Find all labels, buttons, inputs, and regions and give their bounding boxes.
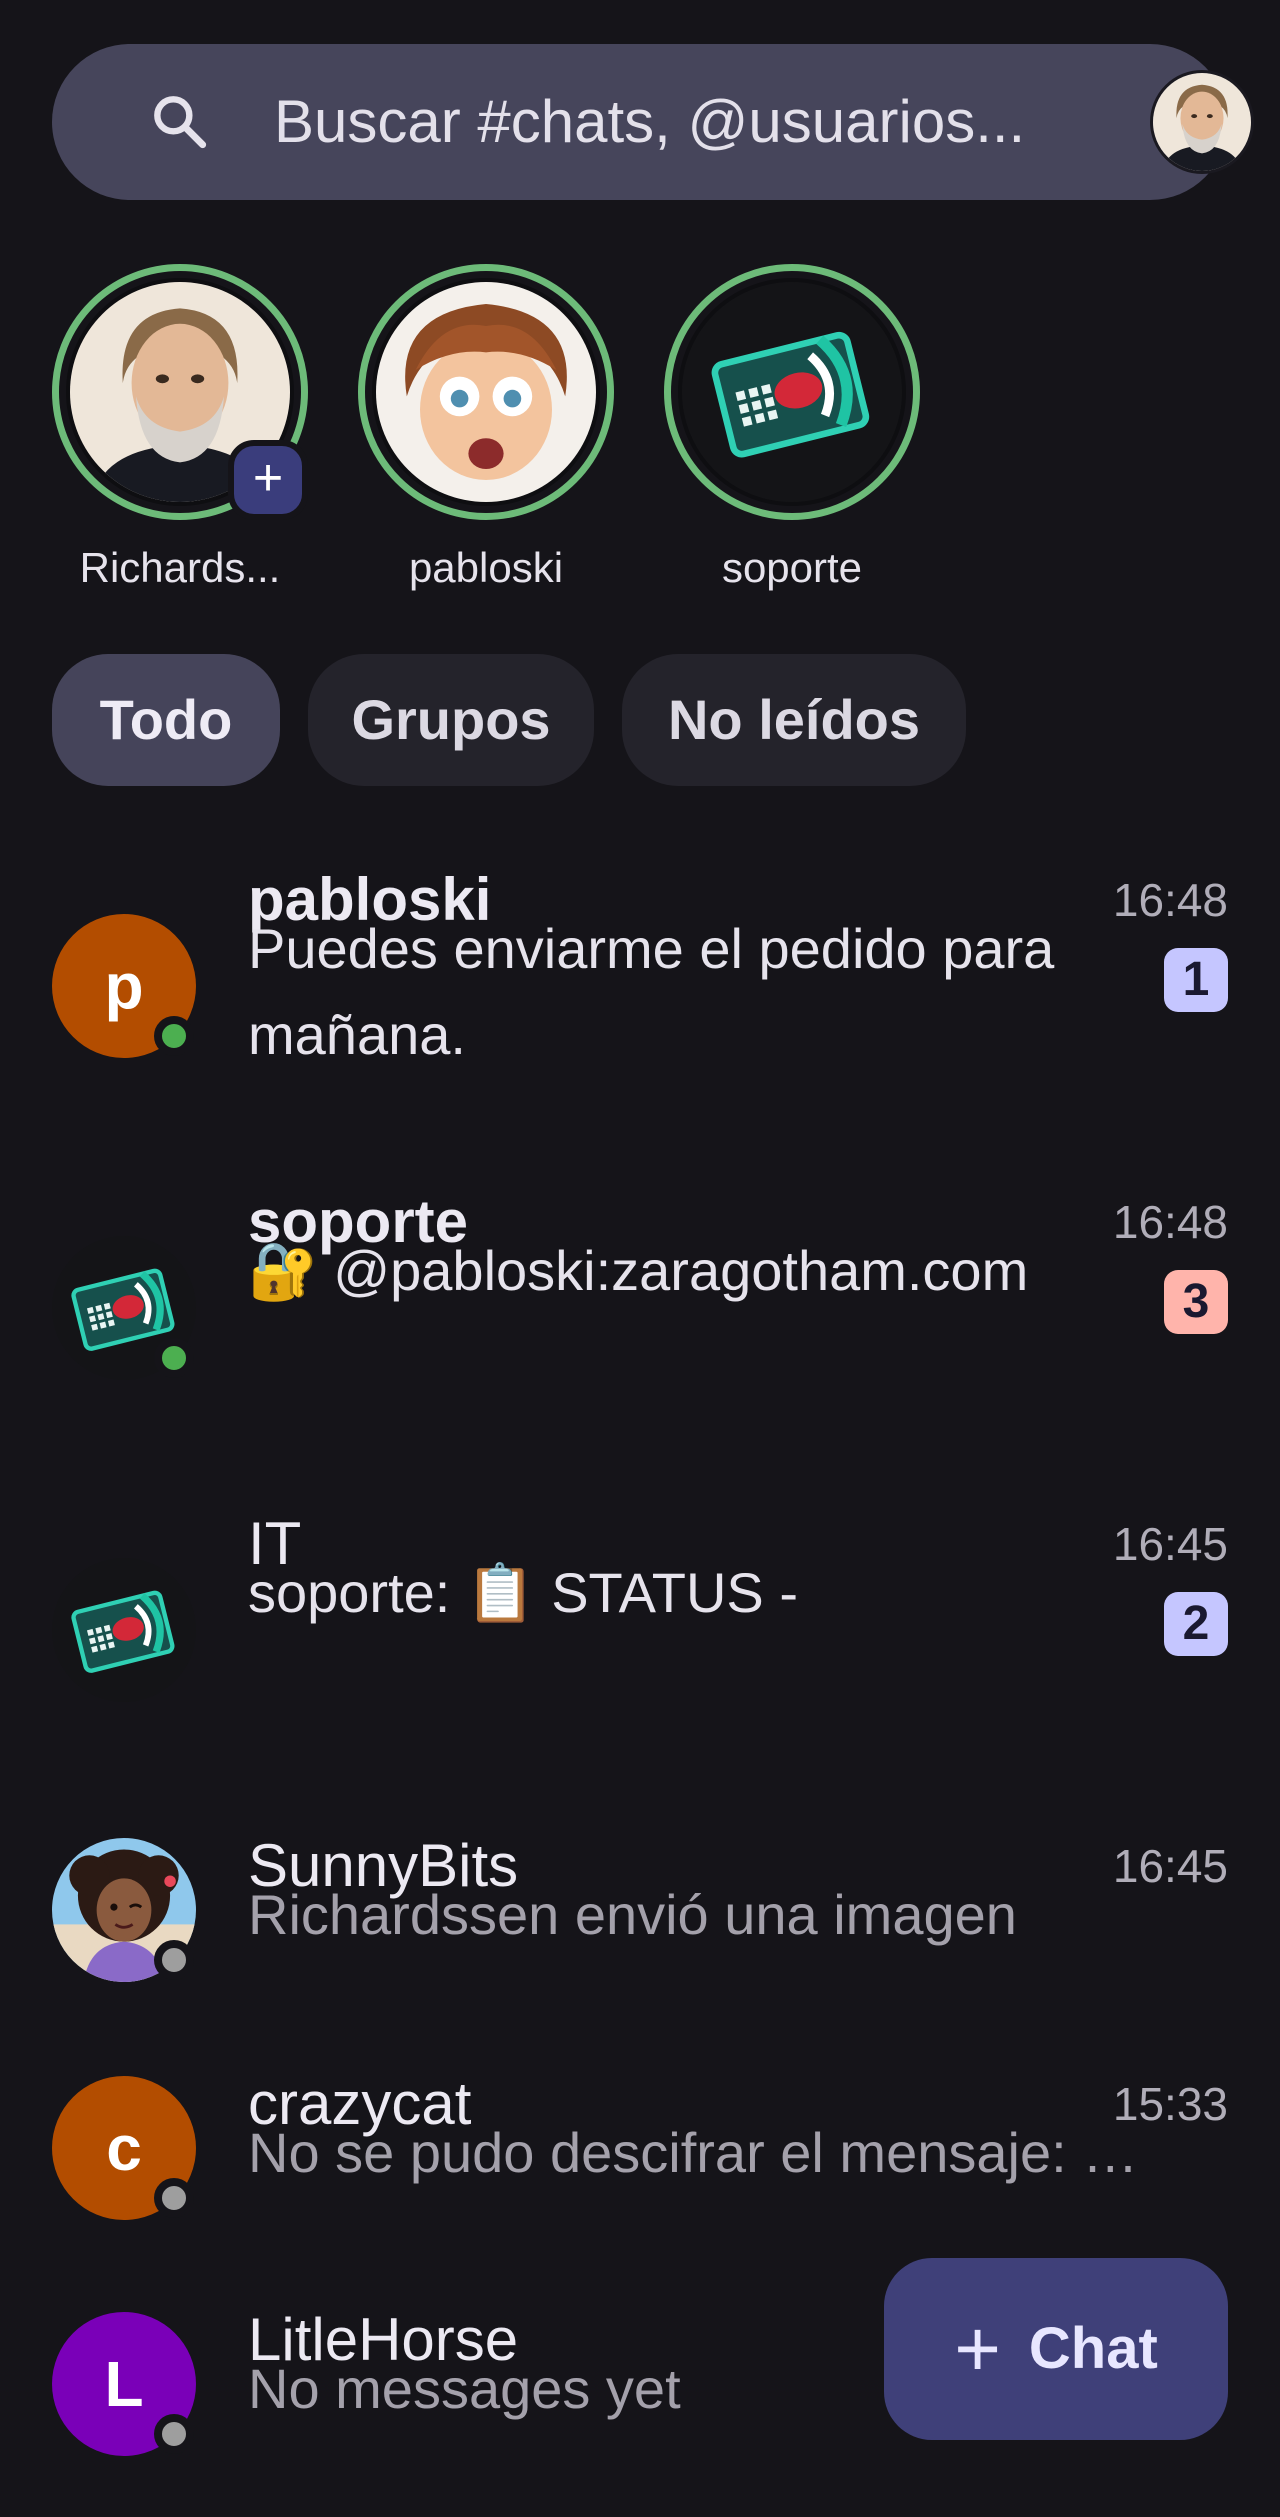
chat-time: 16:48 bbox=[1112, 1196, 1228, 1248]
chat-list-screen: Buscar #chats, @usuarios... + Richards..… bbox=[0, 0, 1280, 2517]
story-name: Richards... bbox=[79, 544, 281, 591]
story-pabloski[interactable]: pabloski bbox=[358, 264, 614, 604]
story-name: soporte bbox=[721, 544, 863, 591]
filter-chip-todo[interactable]: Todo bbox=[52, 654, 280, 786]
chat-item-pabloski[interactable]: p pabloski 16:48 Puedes enviarme el pedi… bbox=[0, 860, 1280, 1120]
unread-badge: 2 bbox=[1164, 1592, 1228, 1656]
offline-status-dot bbox=[154, 2178, 194, 2218]
filter-chip-no-leidos[interactable]: No leídos bbox=[622, 654, 966, 786]
new-chat-label: Chat bbox=[1028, 2316, 1158, 2381]
online-status-dot bbox=[154, 1338, 194, 1378]
offline-status-dot bbox=[154, 2414, 194, 2454]
chat-time: 16:45 bbox=[1112, 1518, 1228, 1570]
search-input[interactable]: Buscar #chats, @usuarios... bbox=[274, 88, 1025, 156]
search-icon bbox=[154, 96, 207, 149]
support-card-logo bbox=[678, 278, 906, 506]
online-status-dot bbox=[154, 1016, 194, 1056]
chat-item-soporte[interactable]: soporte 16:48 🔐 @pabloski:zaragotham.com… bbox=[0, 1182, 1280, 1432]
support-card-logo bbox=[52, 1558, 196, 1702]
chat-item-crazycat[interactable]: c crazycat 15:33 No se pudo descifrar el… bbox=[0, 2064, 1280, 2264]
story-ring bbox=[358, 264, 614, 520]
plus-icon: + bbox=[954, 2304, 1001, 2393]
cartoon-boy-avatar bbox=[372, 278, 600, 506]
story-soporte[interactable]: soporte bbox=[664, 264, 920, 604]
unread-badge: 3 bbox=[1164, 1270, 1228, 1334]
chat-time: 16:48 bbox=[1112, 874, 1228, 926]
story-ring bbox=[664, 264, 920, 520]
new-chat-button[interactable]: + Chat bbox=[884, 2258, 1228, 2440]
offline-status-dot bbox=[154, 1940, 194, 1980]
chat-last-message: Puedes enviarme el pedido para mañana. bbox=[248, 917, 1055, 1066]
chat-last-message: soporte: 📋 STATUS - bbox=[248, 1561, 798, 1624]
unread-badge: 1 bbox=[1164, 948, 1228, 1012]
add-story-button[interactable]: + bbox=[228, 440, 308, 520]
chat-last-message: No messages yet bbox=[248, 2357, 681, 2420]
search-bar[interactable]: Buscar #chats, @usuarios... bbox=[52, 44, 1254, 200]
chat-item-sunnybits[interactable]: SunnyBits 16:45 Richardssen envió una im… bbox=[0, 1826, 1280, 2026]
story-name: pabloski bbox=[408, 544, 564, 591]
chat-last-message: Richardssen envió una imagen bbox=[248, 1883, 1017, 1946]
filter-chip-grupos[interactable]: Grupos bbox=[308, 654, 594, 786]
profile-avatar[interactable] bbox=[1150, 70, 1254, 174]
chat-item-it[interactable]: IT 16:45 soporte: 📋 STATUS - 2 bbox=[0, 1504, 1280, 1754]
story-richards[interactable]: + Richards... bbox=[52, 264, 308, 604]
chat-last-message: 🔐 @pabloski:zaragotham.com bbox=[248, 1239, 1029, 1302]
chat-last-message: No se pudo descifrar el mensaje: … bbox=[248, 2121, 1139, 2184]
